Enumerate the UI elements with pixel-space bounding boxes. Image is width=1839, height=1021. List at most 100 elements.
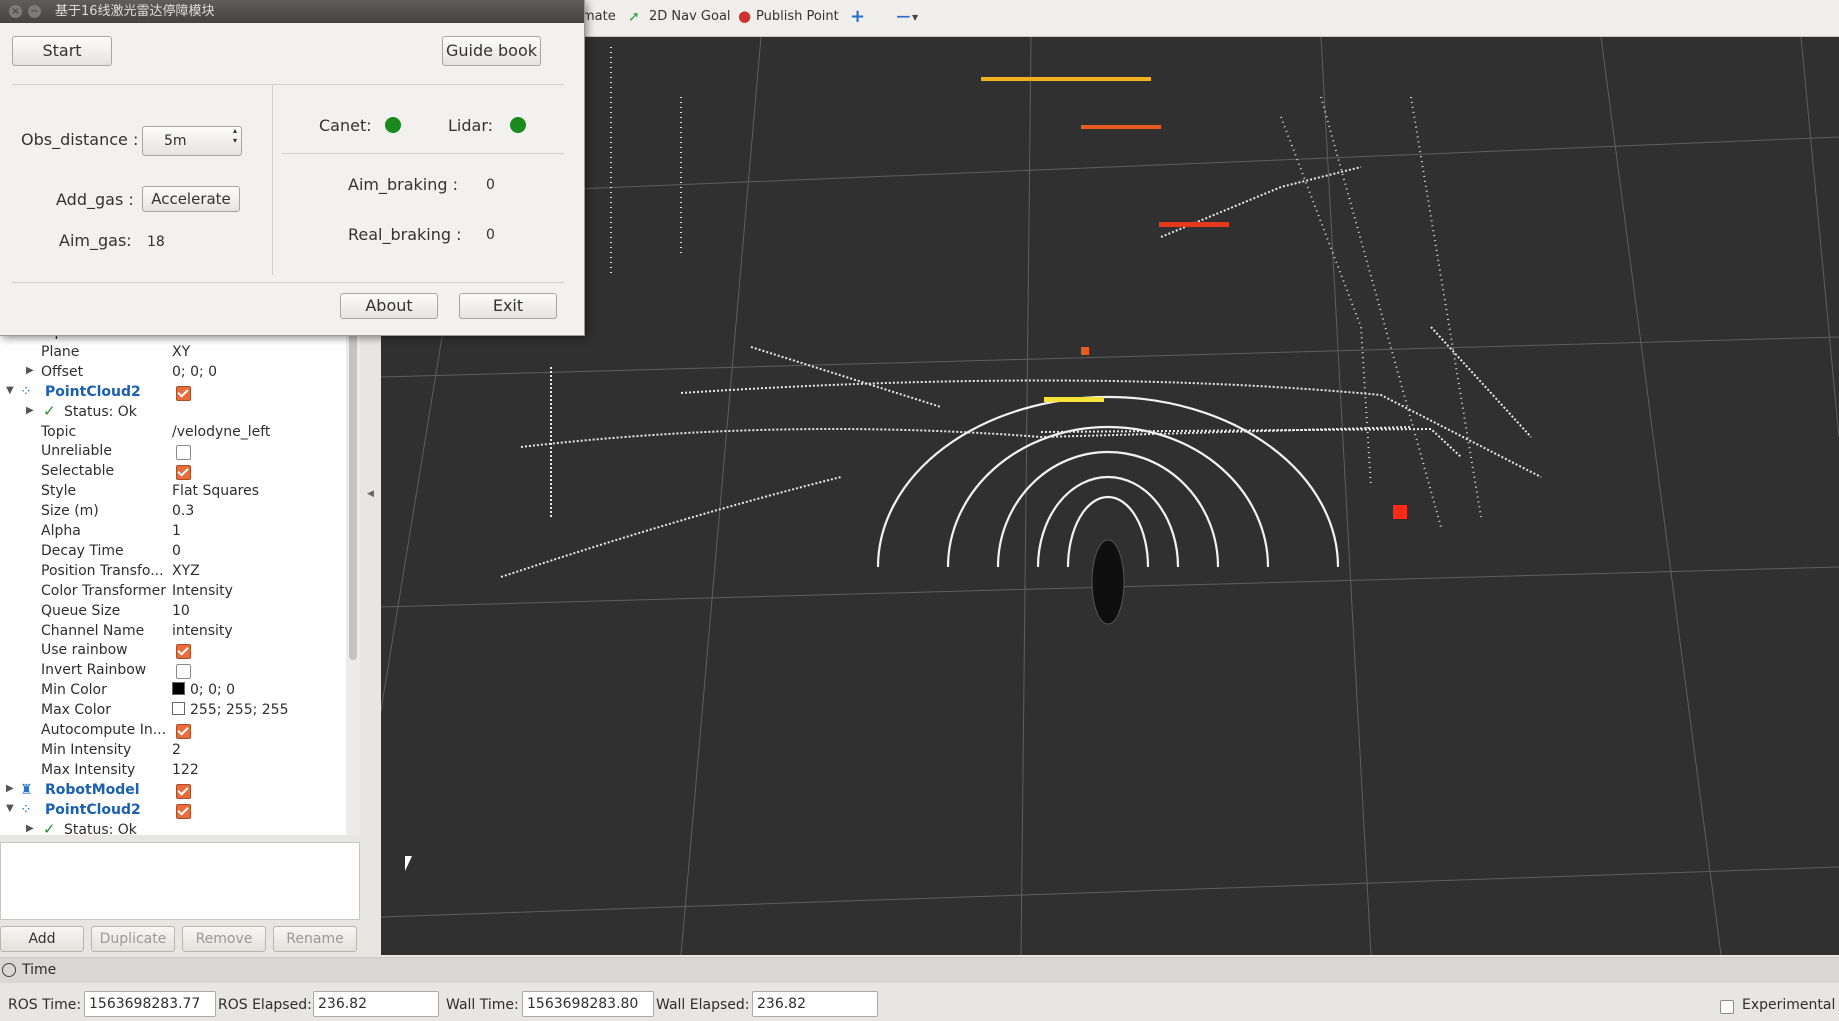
building-outline <box>1280 116 1372 488</box>
property-row[interactable]: Max Intensity 122 <box>0 761 345 780</box>
obs-distance-select[interactable]: 5m ▴ ▾ <box>142 126 242 156</box>
property-row[interactable]: ▼ ⁘ PointCloud2 <box>0 383 345 402</box>
top-separator <box>12 84 564 85</box>
property-row[interactable]: Selectable <box>0 462 345 481</box>
expand-arrow-icon[interactable]: ▼ <box>6 803 14 814</box>
wall-elapsed-field[interactable]: 236.82 <box>752 991 878 1017</box>
time-panel-header: Time <box>0 958 1839 983</box>
property-row[interactable]: Plane XY <box>0 343 345 362</box>
property-row[interactable]: ▶ Offset 0; 0; 0 <box>0 363 345 382</box>
publish-point-tool[interactable]: Publish Point <box>756 9 839 24</box>
property-row[interactable]: Max Color 255; 255; 255 <box>0 701 345 720</box>
status-text: Status: Ok <box>64 403 137 420</box>
aim-braking-value: 0 <box>486 177 495 193</box>
about-button[interactable]: About <box>340 293 438 319</box>
property-key: Min Intensity <box>41 741 132 758</box>
close-icon[interactable]: × <box>9 5 22 18</box>
wall-time-label: Wall Time: <box>446 997 519 1013</box>
point-cloud-line <box>750 346 942 408</box>
display-enabled-checkbox[interactable] <box>176 783 191 799</box>
dialog-titlebar[interactable]: × − 基于16线激光雷达停障模块 <box>0 0 584 23</box>
check-icon: ✓ <box>43 401 56 420</box>
toolbar-partial-tool[interactable]: mate <box>582 9 616 24</box>
rename-display-button[interactable]: Rename <box>273 926 357 952</box>
property-row[interactable]: Size (m) 0.3 <box>0 502 345 521</box>
property-row[interactable]: Queue Size 10 <box>0 602 345 621</box>
property-checkbox[interactable] <box>176 664 191 680</box>
property-checkbox[interactable] <box>176 644 191 660</box>
property-row[interactable]: Invert Rainbow <box>0 661 345 680</box>
experimental-label: Experimental <box>1742 997 1836 1013</box>
wall-time-field[interactable]: 1563698283.80 <box>522 991 654 1017</box>
expand-arrow-icon[interactable]: ▶ <box>26 405 34 416</box>
property-row[interactable]: Min Color 0; 0; 0 <box>0 681 345 700</box>
property-row[interactable]: ▼ ⁘ PointCloud2 <box>0 801 345 820</box>
property-row[interactable]: ▶ ✓ Status: Ok <box>0 401 345 422</box>
property-value[interactable]: 2 <box>172 742 181 758</box>
remove-display-button[interactable]: Remove <box>182 926 266 952</box>
scrollbar-thumb[interactable] <box>349 330 357 660</box>
expand-arrow-icon[interactable]: ▶ <box>6 783 14 794</box>
experimental-checkbox[interactable] <box>1720 1000 1734 1014</box>
property-value-color[interactable]: 255; 255; 255 <box>172 702 289 718</box>
point-cloud-scene <box>381 37 1839 955</box>
property-value[interactable]: 122 <box>172 762 199 778</box>
accelerate-button[interactable]: Accelerate <box>142 186 240 212</box>
property-value[interactable]: 0 <box>172 543 181 559</box>
add-tool-icon[interactable]: + <box>850 6 865 27</box>
cloud-icon: ⁘ <box>20 383 32 400</box>
property-row[interactable]: Channel Name intensity <box>0 622 345 641</box>
ros-time-field[interactable]: 1563698283.77 <box>84 991 216 1017</box>
grid-line <box>1600 37 1722 955</box>
display-enabled-checkbox[interactable] <box>176 803 191 819</box>
property-checkbox[interactable] <box>176 465 191 481</box>
display-enabled-checkbox[interactable] <box>176 385 191 401</box>
property-row[interactable]: Topic/velodyne_left <box>0 423 345 442</box>
3d-viewport[interactable] <box>381 37 1839 955</box>
remove-tool-icon[interactable]: − <box>895 4 912 28</box>
property-row[interactable]: Autocompute In... <box>0 721 345 740</box>
property-value[interactable]: 0; 0; 0 <box>172 364 217 380</box>
property-value[interactable]: XYZ <box>172 563 200 579</box>
property-value-color[interactable]: 0; 0; 0 <box>172 682 235 698</box>
property-key: Decay Time <box>41 542 124 559</box>
property-checkbox[interactable] <box>176 445 191 461</box>
property-value[interactable]: 0.3 <box>172 503 194 519</box>
expand-arrow-icon[interactable]: ▶ <box>26 823 34 834</box>
aim-gas-value: 18 <box>147 234 165 250</box>
duplicate-display-button[interactable]: Duplicate <box>91 926 175 952</box>
chevron-down-icon[interactable]: ▼ <box>912 13 918 22</box>
expand-arrow-icon[interactable]: ▶ <box>26 365 34 376</box>
property-row[interactable]: Color Transformer Intensity <box>0 582 345 601</box>
property-row[interactable]: Unreliable <box>0 442 345 461</box>
property-row[interactable]: ▶ ♜ RobotModel <box>0 781 345 800</box>
property-value[interactable]: Flat Squares <box>172 483 259 499</box>
ros-elapsed-field[interactable]: 236.82 <box>313 991 439 1017</box>
property-row[interactable]: Use rainbow <box>0 641 345 660</box>
property-value[interactable]: /velodyne_left <box>172 424 270 440</box>
collapse-arrow-icon: ◀ <box>367 489 374 499</box>
property-row[interactable]: Position Transfo... XYZ <box>0 562 345 581</box>
property-value[interactable]: intensity <box>172 623 233 639</box>
start-button[interactable]: Start <box>12 36 112 66</box>
property-value[interactable]: 1 <box>172 523 181 539</box>
property-row[interactable]: Min Intensity 2 <box>0 741 345 760</box>
property-value[interactable]: XY <box>172 344 190 360</box>
property-checkbox[interactable] <box>176 724 191 739</box>
property-key: Channel Name <box>41 622 145 639</box>
nav-goal-tool[interactable]: 2D Nav Goal <box>649 9 731 24</box>
minimize-icon[interactable]: − <box>28 5 41 18</box>
property-value[interactable]: Intensity <box>172 583 233 599</box>
dialog-title: 基于16线激光雷达停障模块 <box>55 4 215 19</box>
property-row[interactable]: Style Flat Squares <box>0 482 345 501</box>
guide-book-button[interactable]: Guide book <box>442 36 541 66</box>
property-row[interactable]: Decay Time 0 <box>0 542 345 561</box>
add-display-button[interactable]: Add <box>0 926 84 952</box>
aim-braking-label: Aim_braking : <box>348 175 458 194</box>
expand-arrow-icon[interactable]: ▼ <box>6 385 14 396</box>
property-row[interactable]: Alpha 1 <box>0 522 345 541</box>
property-value[interactable]: 10 <box>172 603 190 619</box>
robot-icon: ♜ <box>20 781 33 798</box>
exit-button[interactable]: Exit <box>459 293 557 319</box>
property-row[interactable]: ▶ ✓ Status: Ok <box>0 820 345 836</box>
